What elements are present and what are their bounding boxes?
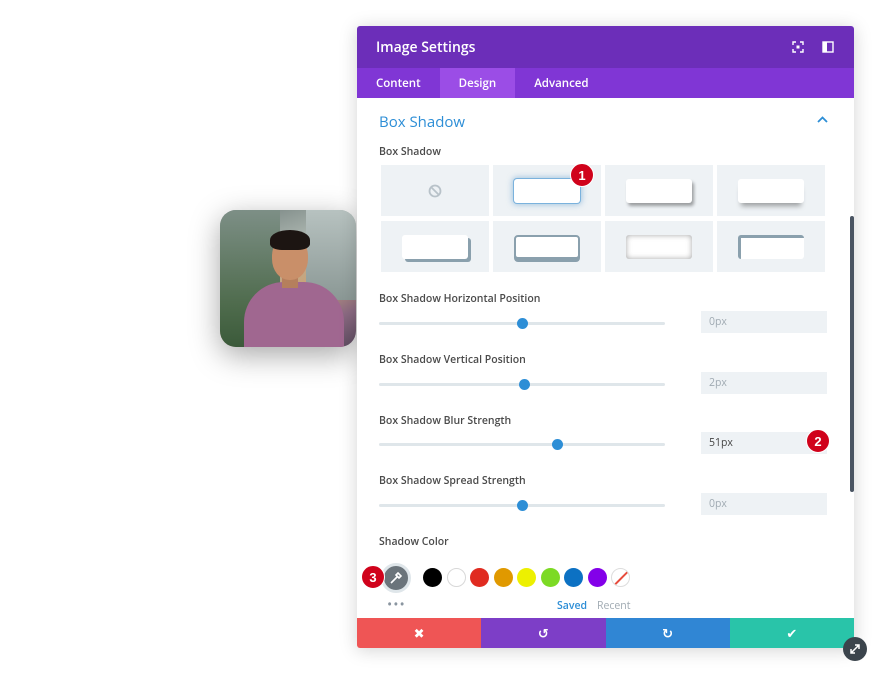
- spread-strength-slider[interactable]: [379, 500, 665, 511]
- color-swatch[interactable]: [470, 568, 489, 587]
- tab-bar: Content Design Advanced: [357, 68, 854, 98]
- resize-handle[interactable]: [843, 637, 867, 661]
- slider-thumb[interactable]: [516, 318, 528, 329]
- preset-4[interactable]: [381, 221, 489, 272]
- box-shadow-presets: [381, 165, 825, 272]
- color-swatch[interactable]: [423, 568, 442, 587]
- no-shadow-icon: [428, 184, 442, 197]
- preset-2[interactable]: [605, 165, 713, 216]
- blur-strength-slider[interactable]: [379, 439, 665, 450]
- color-swatch[interactable]: [493, 568, 513, 587]
- slider-thumb[interactable]: [552, 439, 564, 450]
- step-badge-1: 1: [570, 163, 594, 187]
- color-swatch[interactable]: [446, 568, 466, 587]
- vertical-position-slider[interactable]: [379, 379, 665, 390]
- preset-5[interactable]: [493, 221, 601, 272]
- image-settings-modal: Image Settings Content Design Advanced B…: [357, 26, 854, 648]
- slider-label: Box Shadow Blur Strength: [379, 414, 512, 428]
- saved-colors-tab[interactable]: Saved: [557, 599, 587, 613]
- modal-title: Image Settings: [376, 37, 476, 57]
- slider-label: Box Shadow Horizontal Position: [379, 292, 541, 306]
- no-color-swatch[interactable]: [611, 568, 630, 587]
- resize-icon: [850, 644, 860, 654]
- vertical-position-input[interactable]: 2px: [701, 372, 827, 394]
- slider-thumb[interactable]: [516, 500, 528, 511]
- profile-photo: [220, 210, 356, 347]
- color-swatch[interactable]: [517, 568, 536, 587]
- tab-content[interactable]: Content: [357, 68, 440, 98]
- cancel-button[interactable]: ✖: [357, 618, 482, 648]
- undo-button[interactable]: ↺: [481, 618, 606, 648]
- eyedropper-icon: [390, 571, 403, 584]
- eyedropper-button[interactable]: [381, 563, 411, 593]
- tab-design[interactable]: Design: [439, 68, 516, 98]
- redo-button[interactable]: ↻: [605, 618, 730, 648]
- preset-6[interactable]: [605, 221, 713, 272]
- slider-label: Box Shadow Vertical Position: [379, 353, 526, 367]
- color-swatch[interactable]: [587, 568, 607, 587]
- recent-colors-tab[interactable]: Recent: [597, 599, 630, 613]
- box-shadow-label: Box Shadow: [379, 145, 441, 159]
- scrollbar[interactable]: [850, 216, 854, 492]
- slider-thumb[interactable]: [519, 379, 531, 390]
- more-options-icon[interactable]: •••: [387, 595, 406, 614]
- modal-header: Image Settings: [357, 26, 854, 68]
- horizontal-position-input[interactable]: 0px: [701, 311, 827, 333]
- settings-content: Box Shadow Box Shadow Box Shadow Horizon…: [357, 98, 854, 618]
- step-badge-3: 3: [361, 565, 385, 589]
- spread-strength-input[interactable]: 0px: [701, 493, 827, 515]
- fullscreen-icon[interactable]: [791, 40, 805, 54]
- save-button[interactable]: ✔: [729, 618, 854, 648]
- slider-label: Box Shadow Spread Strength: [379, 474, 526, 488]
- section-title[interactable]: Box Shadow: [379, 112, 465, 132]
- modal-footer: ✖ ↺ ↻ ✔: [357, 618, 854, 648]
- shadow-color-label: Shadow Color: [379, 535, 449, 549]
- color-swatch[interactable]: [540, 568, 560, 587]
- preset-3[interactable]: [717, 165, 825, 216]
- color-swatch[interactable]: [564, 568, 583, 587]
- chevron-up-icon[interactable]: [817, 116, 828, 123]
- horizontal-position-slider[interactable]: [379, 318, 665, 329]
- sidebar-toggle-icon[interactable]: [821, 40, 835, 54]
- preset-none[interactable]: [381, 165, 489, 216]
- tab-advanced[interactable]: Advanced: [515, 68, 607, 98]
- preset-7[interactable]: [717, 221, 825, 272]
- step-badge-2: 2: [806, 429, 830, 453]
